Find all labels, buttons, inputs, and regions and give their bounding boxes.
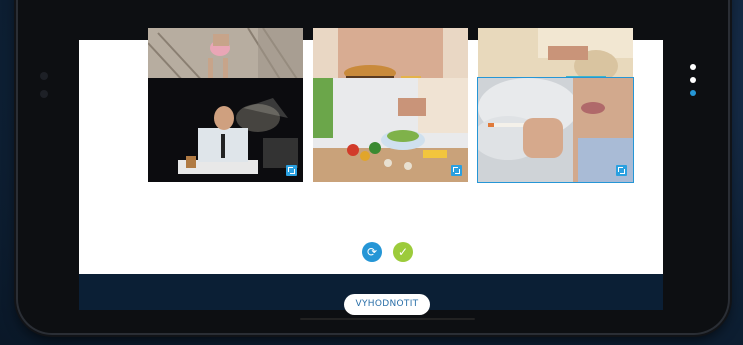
smoker-scene <box>478 78 633 182</box>
image-night-worker[interactable] <box>148 78 303 182</box>
image-smoker[interactable] <box>477 77 634 183</box>
exercise-panel: ⟳ ✓ <box>79 28 663 274</box>
check-icon[interactable]: ✓ <box>393 242 413 262</box>
expand-icon[interactable] <box>451 165 462 176</box>
refresh-icon[interactable]: ⟳ <box>362 242 382 262</box>
pagination-dot-2[interactable] <box>690 77 696 83</box>
tablet-screen: ⟳ ✓ <box>79 28 663 310</box>
cooking-scene <box>313 78 468 182</box>
pagination-dot-1[interactable] <box>690 64 696 70</box>
expand-icon[interactable] <box>616 165 627 176</box>
expand-icon[interactable] <box>286 165 297 176</box>
pagination-dot-3[interactable] <box>690 90 696 96</box>
image-cooking-vegetables[interactable] <box>313 78 468 182</box>
home-indicator <box>300 318 475 320</box>
evaluate-button[interactable]: VYHODNOTIT <box>344 294 430 315</box>
sensor-dot <box>40 90 48 98</box>
camera-dot <box>40 72 48 80</box>
night-worker-scene <box>148 78 303 182</box>
